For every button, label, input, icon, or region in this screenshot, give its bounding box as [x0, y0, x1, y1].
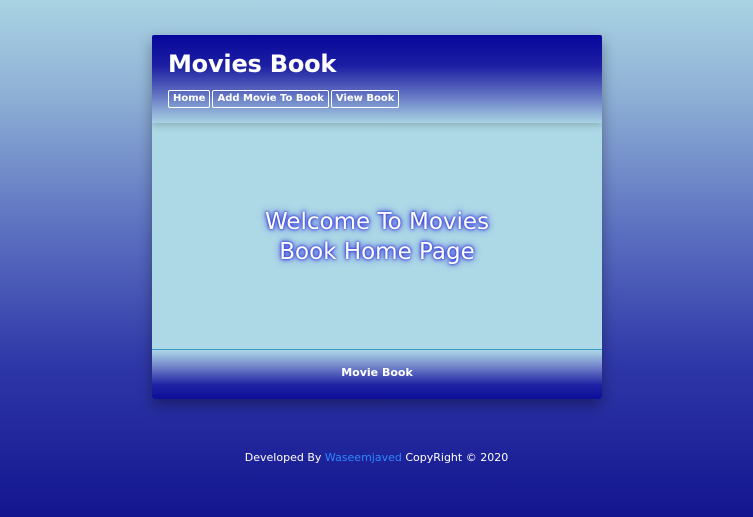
- card-footer: Movie Book: [152, 349, 602, 399]
- footer-text: Movie Book: [341, 366, 413, 379]
- nav-add-movie-button[interactable]: Add Movie To Book: [212, 90, 329, 108]
- main-content: Welcome To Movies Book Home Page: [152, 123, 602, 349]
- site-title: Movies Book: [168, 50, 337, 78]
- page-credit: Developed By Waseemjaved CopyRight © 202…: [0, 451, 753, 464]
- nav-bar: Home Add Movie To Book View Book: [168, 90, 400, 108]
- nav-home-button[interactable]: Home: [168, 90, 211, 108]
- credit-suffix: CopyRight © 2020: [401, 451, 509, 464]
- author-link[interactable]: Waseemjaved: [325, 451, 402, 464]
- credit-prefix: Developed By: [244, 451, 325, 464]
- welcome-heading: Welcome To Movies Book Home Page: [264, 208, 490, 265]
- main-card: Movies Book Home Add Movie To Book View …: [152, 35, 602, 399]
- nav-view-book-button[interactable]: View Book: [330, 90, 400, 108]
- header: Movies Book Home Add Movie To Book View …: [152, 35, 602, 123]
